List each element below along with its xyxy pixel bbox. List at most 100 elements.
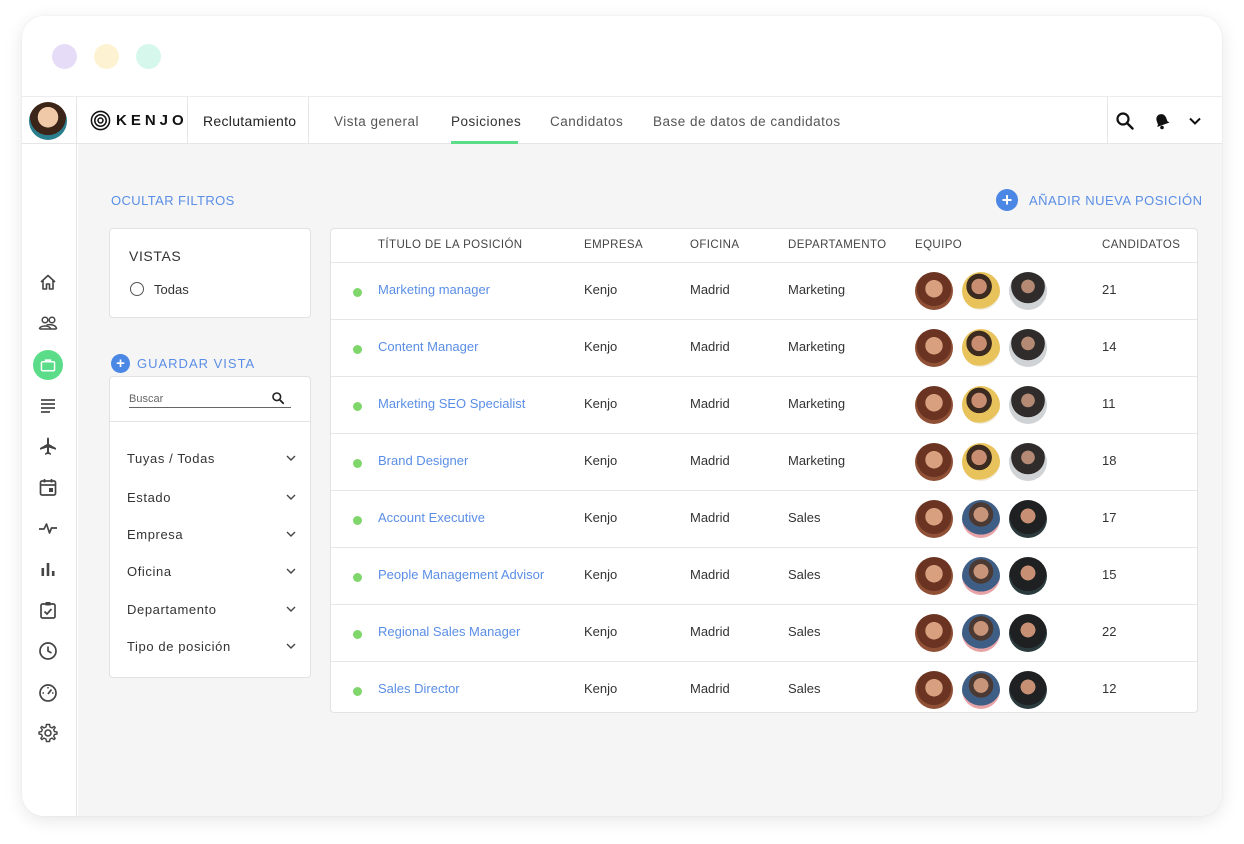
office-cell: Madrid (690, 510, 730, 525)
status-dot (353, 345, 362, 354)
tab-base-de-datos[interactable]: Base de datos de candidatos (653, 114, 841, 129)
views-radio-todas[interactable] (130, 282, 144, 296)
department-cell: Sales (788, 681, 821, 696)
speedometer-icon[interactable] (37, 681, 59, 703)
chevron-down-icon (286, 531, 296, 537)
position-title-link[interactable]: Marketing manager (378, 282, 490, 297)
avatar[interactable] (915, 500, 953, 538)
chevron-down-icon[interactable] (1185, 111, 1205, 131)
list-icon[interactable] (37, 394, 59, 416)
avatar[interactable] (1009, 500, 1047, 538)
user-avatar[interactable] (29, 102, 67, 140)
candidates-count: 21 (1102, 282, 1117, 297)
avatar[interactable] (1009, 614, 1047, 652)
table-row[interactable]: Brand Designer Kenjo Madrid Marketing 18 (331, 434, 1197, 491)
avatar[interactable] (915, 386, 953, 424)
filter-empresa[interactable]: Empresa (127, 524, 297, 544)
team-avatars (915, 671, 1047, 709)
table-row[interactable]: Sales Director Kenjo Madrid Sales 12 (331, 662, 1197, 719)
avatar[interactable] (962, 443, 1000, 481)
header-office[interactable]: OFICINA (690, 239, 739, 251)
filter-tuyas-todas[interactable]: Tuyas / Todas (127, 448, 297, 468)
avatar[interactable] (1009, 671, 1047, 709)
avatar[interactable] (1009, 443, 1047, 481)
add-position-button[interactable]: + AÑADIR NUEVA POSICIÓN (996, 189, 1203, 211)
avatar[interactable] (962, 614, 1000, 652)
company-cell: Kenjo (584, 396, 618, 411)
avatar[interactable] (962, 329, 1000, 367)
avatar[interactable] (915, 443, 953, 481)
filter-tipo-de-posicion[interactable]: Tipo de posición (127, 636, 297, 656)
avatar[interactable] (962, 500, 1000, 538)
position-title-link[interactable]: Sales Director (378, 681, 460, 696)
table-row[interactable]: Marketing manager Kenjo Madrid Marketing… (331, 263, 1197, 320)
filter-oficina[interactable]: Oficina (127, 561, 297, 581)
header-team[interactable]: EQUIPO (915, 239, 962, 251)
table-row[interactable]: People Management Advisor Kenjo Madrid S… (331, 548, 1197, 605)
table-row[interactable]: Content Manager Kenjo Madrid Marketing 1… (331, 320, 1197, 377)
filter-departamento[interactable]: Departamento (127, 599, 297, 619)
table-row[interactable]: Account Executive Kenjo Madrid Sales 17 (331, 491, 1197, 548)
chevron-down-icon (286, 494, 296, 500)
save-view-button[interactable]: + GUARDAR VISTA (111, 354, 255, 373)
sidebar-item-positions[interactable] (33, 350, 63, 380)
filter-estado[interactable]: Estado (127, 487, 297, 507)
header-title[interactable]: TÍTULO DE LA POSICIÓN (378, 239, 523, 251)
header-department[interactable]: DEPARTAMENTO (788, 239, 887, 251)
position-title-link[interactable]: Brand Designer (378, 453, 468, 468)
position-title-link[interactable]: Account Executive (378, 510, 485, 525)
pulse-icon[interactable] (37, 517, 59, 539)
position-title-link[interactable]: Regional Sales Manager (378, 624, 520, 639)
app-window: KENJO Reclutamiento Vista general Posici… (22, 16, 1222, 816)
avatar[interactable] (962, 557, 1000, 595)
checklist-icon[interactable] (37, 599, 59, 621)
avatar[interactable] (962, 671, 1000, 709)
avatar[interactable] (915, 272, 953, 310)
company-cell: Kenjo (584, 453, 618, 468)
people-icon[interactable] (37, 312, 59, 334)
office-cell: Madrid (690, 396, 730, 411)
table-row[interactable]: Regional Sales Manager Kenjo Madrid Sale… (331, 605, 1197, 662)
tab-vista-general[interactable]: Vista general (334, 114, 419, 129)
views-option-label[interactable]: Todas (154, 282, 189, 297)
candidates-count: 18 (1102, 453, 1117, 468)
avatar[interactable] (1009, 386, 1047, 424)
search-icon[interactable] (271, 391, 285, 405)
window-dot-yellow[interactable] (94, 44, 119, 69)
avatar[interactable] (1009, 272, 1047, 310)
add-position-label: AÑADIR NUEVA POSICIÓN (1029, 192, 1203, 208)
position-title-link[interactable]: People Management Advisor (378, 567, 544, 582)
avatar[interactable] (1009, 557, 1047, 595)
position-title-link[interactable]: Content Manager (378, 339, 478, 354)
home-icon[interactable] (37, 271, 59, 293)
avatar[interactable] (915, 329, 953, 367)
plane-icon[interactable] (37, 435, 59, 457)
avatar[interactable] (1009, 329, 1047, 367)
position-title-link[interactable]: Marketing SEO Specialist (378, 396, 525, 411)
avatar[interactable] (915, 614, 953, 652)
search-icon[interactable] (1115, 111, 1135, 131)
bell-icon[interactable] (1152, 111, 1172, 131)
filter-search-input[interactable] (129, 390, 291, 408)
avatar[interactable] (915, 557, 953, 595)
gear-icon[interactable] (37, 722, 59, 744)
tab-candidatos[interactable]: Candidatos (550, 114, 623, 129)
kenjo-logo[interactable]: KENJO (90, 110, 188, 131)
avatar[interactable] (962, 272, 1000, 310)
module-title: Reclutamiento (203, 113, 297, 129)
hide-filters-link[interactable]: OCULTAR FILTROS (111, 193, 235, 208)
header-candidates[interactable]: CANDIDATOS (1102, 239, 1180, 251)
bar-chart-icon[interactable] (37, 558, 59, 580)
avatar[interactable] (915, 671, 953, 709)
header-company[interactable]: EMPRESA (584, 239, 643, 251)
tab-posiciones[interactable]: Posiciones (451, 114, 521, 129)
avatar[interactable] (962, 386, 1000, 424)
window-dot-green[interactable] (136, 44, 161, 69)
clock-icon[interactable] (37, 640, 59, 662)
plus-icon: + (111, 354, 130, 373)
table-row[interactable]: Marketing SEO Specialist Kenjo Madrid Ma… (331, 377, 1197, 434)
filters-list: Tuyas / Todas Estado Empresa Oficina Dep… (109, 422, 311, 678)
calendar-icon[interactable] (37, 476, 59, 498)
kenjo-logo-icon (90, 110, 111, 131)
window-dot-purple[interactable] (52, 44, 77, 69)
